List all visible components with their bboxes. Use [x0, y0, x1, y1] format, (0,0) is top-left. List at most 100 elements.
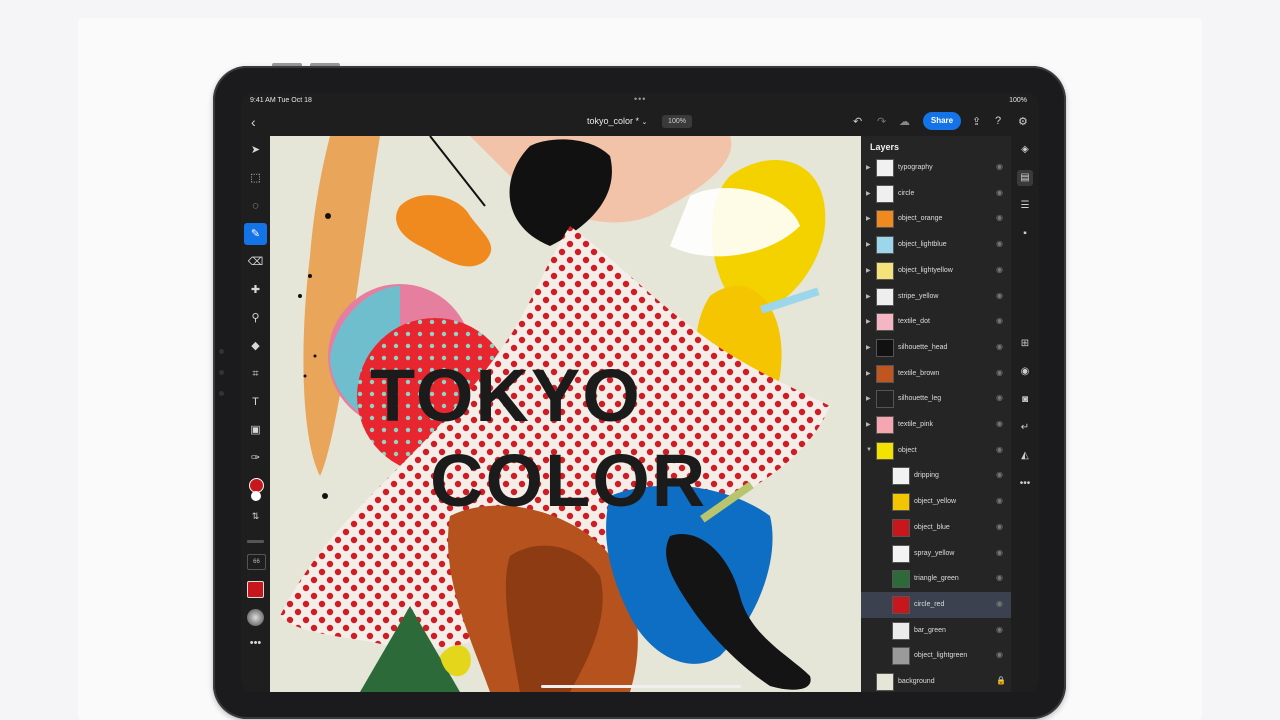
chevron-right-icon[interactable]: ▶	[866, 293, 871, 300]
layer-row[interactable]: ▼ object ◉	[861, 438, 1011, 464]
eyedropper-tool-icon[interactable]: ✑	[244, 447, 267, 469]
more-options-icon[interactable]: •••	[244, 632, 267, 654]
home-indicator[interactable]	[541, 685, 741, 688]
layer-row[interactable]: ▶ textile_dot ◉	[861, 309, 1011, 335]
place-image-tool-icon[interactable]: ▣	[244, 419, 267, 441]
chevron-right-icon[interactable]: ▶	[866, 370, 871, 377]
eye-icon[interactable]: ◉	[996, 470, 1003, 479]
clip-mask-icon[interactable]: ↵	[1017, 420, 1033, 436]
transform-tool-icon[interactable]: ⬚	[244, 167, 267, 189]
lock-icon[interactable]: 🔒	[996, 676, 1006, 685]
layer-row[interactable]: ▶ object_lightblue ◉	[861, 232, 1011, 258]
eye-icon[interactable]: ◉	[996, 393, 1003, 402]
ipad-screen: 9:41 AM Tue Oct 18 ••• 100% ‹ tokyo_colo…	[241, 93, 1039, 692]
eye-icon[interactable]: ◉	[996, 265, 1003, 274]
cloud-icon[interactable]: ☁	[899, 115, 910, 128]
layer-row[interactable]: ▶ stripe_yellow ◉	[861, 284, 1011, 310]
layer-row[interactable]: ▶ silhouette_leg ◉	[861, 386, 1011, 412]
layer-row[interactable]: ▶ textile_brown ◉	[861, 361, 1011, 387]
adjustments-icon[interactable]: ☰	[1017, 198, 1033, 214]
chevron-right-icon[interactable]: ▶	[866, 215, 871, 222]
chevron-right-icon[interactable]: ▶	[866, 395, 871, 402]
clone-stamp-tool-icon[interactable]: ⚲	[244, 307, 267, 329]
chevron-right-icon[interactable]: ▶	[866, 421, 871, 428]
eye-icon[interactable]: ◉	[996, 239, 1003, 248]
eye-icon[interactable]: ◉	[996, 188, 1003, 197]
layer-row[interactable]: spray_yellow ◉	[861, 541, 1011, 567]
chevron-right-icon[interactable]: ▶	[866, 318, 871, 325]
brush-color-swatch[interactable]	[247, 581, 264, 598]
layer-row[interactable]: ▶ object_lightyellow ◉	[861, 258, 1011, 284]
layer-thumbnail	[892, 570, 910, 589]
layer-row[interactable]: object_yellow ◉	[861, 489, 1011, 515]
mask-icon[interactable]: ◙	[1017, 392, 1033, 408]
lasso-tool-icon[interactable]: ◌	[244, 195, 267, 217]
eye-icon[interactable]: ◉	[996, 419, 1003, 428]
eye-icon[interactable]: ◉	[996, 548, 1003, 557]
more-layer-options-icon[interactable]: •••	[1017, 476, 1033, 492]
fill-icon[interactable]: ◭	[1017, 448, 1033, 464]
layers-icon[interactable]: ◈	[1017, 142, 1033, 158]
eye-icon[interactable]: ◉	[996, 522, 1003, 531]
layer-row[interactable]: ▶ textile_pink ◉	[861, 412, 1011, 438]
brush-softness-icon[interactable]	[247, 609, 264, 626]
eye-icon[interactable]: ◉	[996, 599, 1003, 608]
document-title[interactable]: tokyo_color * ⌄	[587, 116, 647, 126]
export-icon[interactable]: ⇪	[972, 115, 981, 128]
background-color-swatch[interactable]	[251, 491, 261, 501]
eye-icon[interactable]: ◉	[996, 625, 1003, 634]
layer-row[interactable]: dripping ◉	[861, 463, 1011, 489]
layer-row[interactable]: ▶ object_orange ◉	[861, 206, 1011, 232]
chevron-right-icon[interactable]: ▶	[866, 267, 871, 274]
layer-row[interactable]: object_lightgreen ◉	[861, 643, 1011, 669]
back-icon[interactable]: ‹	[251, 114, 256, 130]
help-icon[interactable]: ?	[995, 115, 1001, 127]
type-tool-icon[interactable]: T	[244, 391, 267, 413]
brush-size-value[interactable]: 66	[247, 554, 266, 570]
redo-icon[interactable]: ↷	[877, 115, 886, 128]
healing-tool-icon[interactable]: ✚	[244, 279, 267, 301]
eye-icon[interactable]: ◉	[996, 291, 1003, 300]
select-tool-icon[interactable]: ➤	[244, 139, 267, 161]
add-layer-icon[interactable]: ⊞	[1017, 336, 1033, 352]
visibility-icon[interactable]: ◉	[1017, 364, 1033, 380]
eye-icon[interactable]: ◉	[996, 368, 1003, 377]
eye-icon[interactable]: ◉	[996, 496, 1003, 505]
layer-name: object_lightgreen	[914, 652, 968, 660]
eye-icon[interactable]: ◉	[996, 213, 1003, 222]
chevron-down-icon[interactable]: ▼	[866, 447, 872, 453]
layer-thumbnail	[892, 544, 910, 563]
layer-row[interactable]: background 🔒	[861, 669, 1011, 692]
share-button[interactable]: Share	[923, 112, 961, 130]
eye-icon[interactable]: ◉	[996, 445, 1003, 454]
eye-icon[interactable]: ◉	[996, 342, 1003, 351]
eye-icon[interactable]: ◉	[996, 316, 1003, 325]
layer-row[interactable]: ▶ silhouette_head ◉	[861, 335, 1011, 361]
chevron-right-icon[interactable]: ▶	[866, 241, 871, 248]
layer-row[interactable]: object_blue ◉	[861, 515, 1011, 541]
layer-row[interactable]: ▶ typography ◉	[861, 155, 1011, 181]
eye-icon[interactable]: ◉	[996, 650, 1003, 659]
chevron-right-icon[interactable]: ▶	[866, 164, 871, 171]
layer-properties-icon[interactable]: ▤	[1017, 170, 1033, 186]
zoom-level[interactable]: 100%	[662, 115, 692, 128]
eye-icon[interactable]: ◉	[996, 573, 1003, 582]
crop-tool-icon[interactable]: ⌗	[244, 363, 267, 385]
chevron-right-icon[interactable]: ▶	[866, 344, 871, 351]
layer-row[interactable]: bar_green ◉	[861, 618, 1011, 644]
comments-icon[interactable]: ▪	[1017, 226, 1033, 242]
layer-row[interactable]: ▶ circle ◉	[861, 181, 1011, 207]
swap-colors-icon[interactable]: ⇅	[244, 505, 267, 527]
document-canvas[interactable]: TOKYO COLOR	[270, 136, 861, 692]
paint-bucket-tool-icon[interactable]: ◆	[244, 335, 267, 357]
brush-size-slider[interactable]	[247, 540, 264, 543]
layer-row[interactable]: triangle_green ◉	[861, 566, 1011, 592]
chevron-right-icon[interactable]: ▶	[866, 190, 871, 197]
eye-icon[interactable]: ◉	[996, 162, 1003, 171]
eraser-tool-icon[interactable]: ⌫	[244, 251, 267, 273]
undo-icon[interactable]: ↶	[853, 115, 862, 128]
layer-row[interactable]: circle_red ◉	[861, 591, 1011, 618]
brush-tool-icon[interactable]: ✎	[244, 223, 267, 245]
settings-gear-icon[interactable]: ⚙	[1018, 115, 1028, 128]
multitasking-dots-icon[interactable]: •••	[634, 94, 646, 104]
